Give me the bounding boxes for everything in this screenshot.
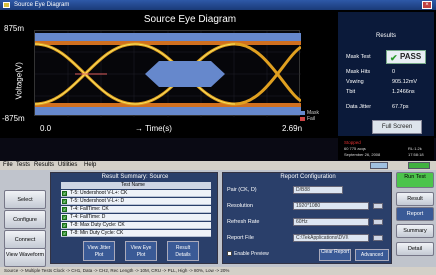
summary-table-header: Test Name bbox=[61, 182, 211, 189]
resolution-field[interactable]: 1920*1080 bbox=[293, 202, 369, 210]
record-length: RL:1.2k bbox=[408, 146, 422, 151]
plot-title: Source Eye Diagram bbox=[143, 14, 237, 25]
acquisition-status: Stopped 60 775 acqs September 26, 2008 R… bbox=[338, 138, 434, 160]
full-screen-button[interactable]: Full Screen bbox=[372, 120, 422, 134]
table-row[interactable]: ✓ T-5: Undershoot V-L+: CK bbox=[61, 190, 211, 197]
menu-file[interactable]: File bbox=[3, 161, 13, 170]
results-panel: Results Mask Test ✔ PASS Mask Hits 0 Vswin… bbox=[338, 12, 434, 136]
pass-check-icon[interactable]: ✓ bbox=[62, 191, 67, 196]
acq-count: 60 775 acqs bbox=[344, 146, 366, 151]
x-min-label: 0.0 bbox=[40, 124, 52, 133]
title-bar: Source Eye Diagram × bbox=[0, 0, 436, 10]
legend-fail: Fail bbox=[300, 116, 319, 122]
summary-button[interactable]: Summary bbox=[396, 224, 434, 238]
table-row[interactable]: ✓ T-5: Undershoot V-L+: D bbox=[61, 198, 211, 205]
pass-badge: ✔ PASS bbox=[386, 50, 426, 64]
select-button[interactable]: Select bbox=[4, 190, 46, 209]
pass-check-icon[interactable]: ✓ bbox=[62, 231, 67, 236]
toolbar-run-indicator[interactable] bbox=[408, 162, 430, 169]
menu-help[interactable]: Help bbox=[84, 161, 96, 170]
pass-check-icon[interactable]: ✓ bbox=[62, 223, 67, 228]
result-details-button[interactable]: Result Details bbox=[167, 241, 199, 261]
table-row[interactable]: ✓ T-4: FallTime: D bbox=[61, 214, 211, 221]
detail-button[interactable]: Detail bbox=[396, 242, 434, 256]
view-eye-plot-button[interactable]: View Eye Plot bbox=[125, 241, 157, 261]
refresh-rate-field[interactable]: 60Hz bbox=[293, 218, 369, 226]
col-test-name: Test Name bbox=[121, 182, 145, 188]
status-bar: Source -> Multiple Tests Clock -> CH1, D… bbox=[0, 267, 436, 275]
result-tab[interactable]: Result bbox=[396, 192, 434, 206]
table-row[interactable]: ✓ T-8: Max Duty Cycle: CK bbox=[61, 222, 211, 229]
report-tab[interactable]: Report bbox=[396, 207, 434, 221]
resolution-label: Resolution bbox=[227, 203, 253, 209]
pair-select[interactable]: D/B88 bbox=[293, 186, 343, 194]
enable-preview-checkbox[interactable]: Enable Preview bbox=[227, 251, 269, 257]
pass-check-icon[interactable]: ✓ bbox=[62, 207, 67, 212]
eye-mask-center bbox=[145, 61, 225, 87]
result-summary-panel: Result Summary: Source Test Name ✓ T-5: U… bbox=[50, 172, 218, 264]
menu-utilities[interactable]: Utilities bbox=[58, 161, 77, 170]
toolbar-toggle[interactable] bbox=[370, 162, 388, 169]
run-test-button[interactable]: Run Test bbox=[396, 172, 434, 188]
eye-bottom-band bbox=[35, 103, 301, 107]
report-file-field[interactable]: C:\TekApplications\DVI\ bbox=[293, 234, 369, 242]
refresh-rate-browse[interactable] bbox=[373, 219, 383, 225]
configure-button[interactable]: Configure bbox=[4, 210, 46, 229]
connect-button[interactable]: Connect bbox=[4, 230, 46, 249]
check-icon: ✔ bbox=[390, 53, 398, 63]
table-row[interactable]: ✓ T-8: Min Duty Cycle: CK bbox=[61, 230, 211, 237]
eye-diagram-svg bbox=[35, 31, 301, 117]
control-panel: Select Configure Connect View Waveform R… bbox=[0, 170, 436, 267]
eye-trace-6 bbox=[234, 45, 301, 106]
advanced-button[interactable]: Advanced bbox=[355, 249, 389, 261]
results-title: Results bbox=[375, 33, 396, 39]
menu-bar: File Tests Results Utilities Help bbox=[0, 161, 436, 170]
stopped-label: Stopped bbox=[344, 140, 361, 145]
menu-tests[interactable]: Tests bbox=[16, 161, 30, 170]
view-waveform-button[interactable]: View Waveform bbox=[4, 248, 46, 267]
app-icon bbox=[3, 2, 10, 8]
menu-results[interactable]: Results bbox=[34, 161, 54, 170]
mask-top bbox=[35, 33, 301, 41]
app-window: Source Eye Diagram × Source Eye Diagram … bbox=[0, 0, 436, 275]
window-title: Source Eye Diagram bbox=[14, 2, 70, 8]
pass-check-icon[interactable]: ✓ bbox=[62, 199, 67, 204]
pass-check-icon[interactable]: ✓ bbox=[62, 215, 67, 220]
status-date: September 26, 2008 bbox=[344, 152, 381, 157]
view-jitter-plot-button[interactable]: View Jitter Plot bbox=[83, 241, 115, 261]
status-time: 17:58:18 bbox=[408, 152, 424, 157]
eye-trace-5 bbox=[234, 42, 301, 103]
y-axis-label: Voltage(V) bbox=[14, 62, 24, 100]
report-file-label: Report File bbox=[227, 235, 254, 241]
y-min-label: -875m bbox=[2, 114, 25, 123]
result-summary-title: Result Summary: Source bbox=[101, 174, 169, 180]
x-axis-label: → Time(s) bbox=[135, 124, 172, 133]
table-row[interactable]: ✓ T-4: FallTime: CK bbox=[61, 206, 211, 213]
eye-top-band bbox=[35, 41, 301, 45]
close-icon[interactable]: × bbox=[422, 1, 432, 9]
report-file-browse[interactable] bbox=[373, 235, 383, 241]
refresh-rate-label: Refresh Rate bbox=[227, 219, 260, 225]
clear-report-button[interactable]: Clear Report bbox=[319, 249, 351, 261]
eye-plot bbox=[34, 30, 301, 117]
plot-legend: Mask Fail bbox=[300, 110, 319, 122]
report-config-title: Report Configuration bbox=[280, 174, 336, 180]
resolution-browse[interactable] bbox=[373, 203, 383, 209]
x-max-label: 2.69n bbox=[282, 124, 303, 133]
y-max-label: 875m bbox=[4, 24, 25, 33]
report-config-panel: Report Configuration Pair (CK, D) D/B88 … bbox=[222, 172, 392, 264]
mask-bottom bbox=[35, 107, 301, 115]
pair-label: Pair (CK, D) bbox=[227, 187, 257, 193]
